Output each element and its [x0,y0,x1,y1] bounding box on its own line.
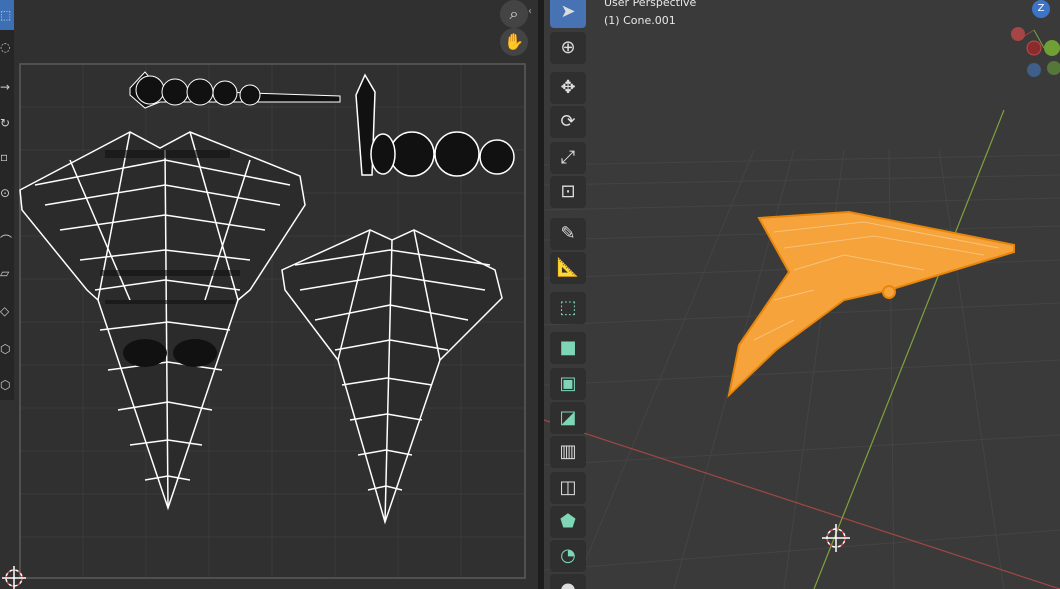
uv-toolbar: ⬚ ◌ → ↻ ▫ ⊙ ⌒ ▱ ◇ ⬡ ⬡ [0,0,14,400]
select-box-tool-icon[interactable]: ➤ [550,0,586,28]
uv-editor[interactable]: ⬚ ◌ → ↻ ▫ ⊙ ⌒ ▱ ◇ ⬡ ⬡ ⌕ ✋ ‹ [0,0,538,589]
annotate-tool-icon[interactable]: ✎ [550,218,586,250]
y-axis-line [813,109,1005,589]
move-tool-icon[interactable]: → [0,72,14,102]
cursor-tool-icon[interactable]: ◌ [0,32,14,62]
3d-viewport[interactable]: Z User Perspective (1) Cone.001 ➤ ⊕ ✥ ⟳ … [544,0,1060,589]
loop-cut-tool-icon[interactable]: ▥ [550,436,586,468]
move-tool-icon[interactable]: ✥ [550,72,586,104]
bevel-tool-icon[interactable]: ◪ [550,402,586,434]
extrude-region-tool-icon[interactable]: ■ [550,332,586,364]
uv-cursor-icon [2,566,26,589]
uv-grid [2,63,526,589]
spin-tool-icon[interactable]: ◔ [550,540,586,572]
select-box-tool-icon[interactable]: ⬚ [0,0,14,30]
cursor-tool-icon[interactable]: ⊕ [550,32,586,64]
uv-island-circles [355,73,515,177]
navigation-gizmo[interactable] [1011,27,1060,77]
rotate-tool-icon[interactable]: ↻ [0,108,14,138]
pinch-tool-icon[interactable]: ⬡ [0,334,14,364]
transform-tool-icon[interactable]: ⊙ [0,178,14,208]
scale-tool-icon[interactable]: ▫ [0,142,14,172]
uv-island-right [281,229,503,525]
uv-island-left [19,131,306,511]
inset-faces-tool-icon[interactable]: ▣ [550,368,586,400]
zoom-in-icon[interactable]: ⌕ [500,0,528,28]
measure-tool-icon[interactable]: 📐 [550,252,586,284]
uv-island-strip [129,71,341,109]
annotate-tool-icon[interactable]: ⌒ [0,226,14,256]
smooth-tool-icon[interactable]: ● [550,574,586,589]
scale-tool-icon[interactable]: ⤢ [550,142,586,174]
grab-tool-icon[interactable]: ▱ [0,258,14,288]
active-object-label: (1) Cone.001 [604,14,676,27]
rip-tool-icon[interactable]: ⬡ [0,370,14,400]
relax-tool-icon[interactable]: ◇ [0,296,14,326]
add-cube-tool-icon[interactable]: ⬚ [550,292,586,324]
hand-icon[interactable]: ✋ [500,28,528,56]
viewport-mode-label: User Perspective [604,0,697,9]
viewport-grid [544,27,1060,589]
poly-build-tool-icon[interactable]: ⬟ [550,506,586,538]
chevron-left-icon[interactable]: ‹ [528,6,532,17]
knife-tool-icon[interactable]: ◫ [550,472,586,504]
transform-tool-icon[interactable]: ⊡ [550,176,586,208]
rotate-tool-icon[interactable]: ⟳ [550,106,586,138]
gizmo-z-axis[interactable]: Z [1032,0,1050,18]
